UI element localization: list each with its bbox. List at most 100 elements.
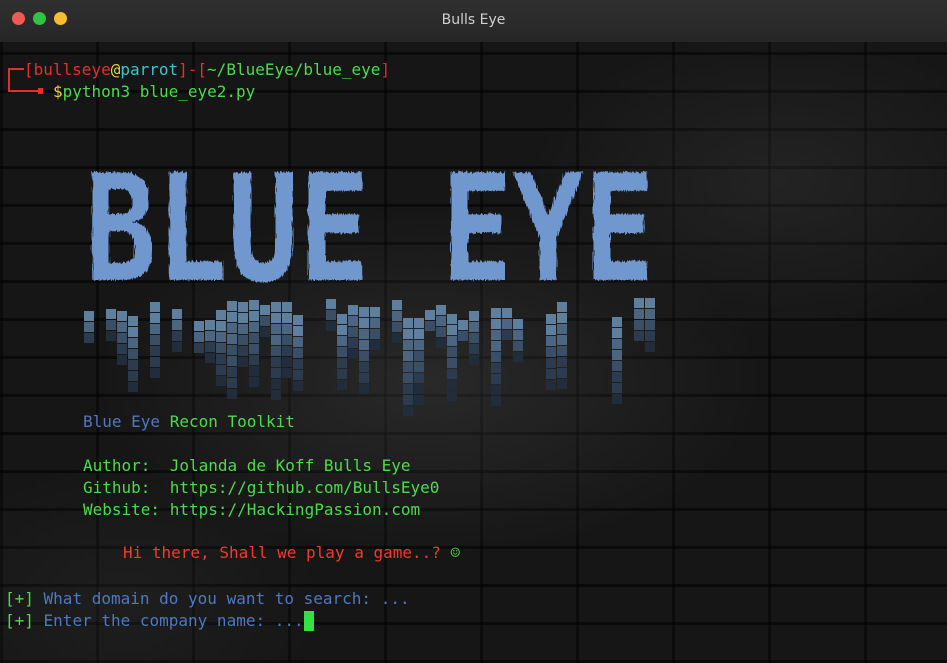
banner-drip-pixel <box>436 327 446 337</box>
banner-drip-pixel <box>414 340 424 350</box>
banner-drip-pixel <box>293 370 303 380</box>
banner-drip-pixel <box>128 327 138 337</box>
company-prompt-marker: [+] <box>5 611 34 630</box>
banner-drip-pixel <box>348 349 358 359</box>
github-line: Github: https://github.com/BullsEye0 <box>83 477 439 499</box>
banner-drip-pixel <box>634 320 644 330</box>
banner-drip-pixel <box>557 346 567 356</box>
tool-title-line: Blue Eye Recon Toolkit <box>83 411 295 433</box>
banner-drip-pixel <box>403 351 413 361</box>
banner-drip-pixel <box>469 333 479 343</box>
banner-drip-pixel <box>359 340 369 350</box>
banner-drip-pixel <box>227 334 237 344</box>
banner-drip-pixel <box>612 350 622 360</box>
banner-drip-pixel <box>337 347 347 357</box>
banner-drip-pixel <box>546 358 556 368</box>
github-label: Github: <box>83 478 170 497</box>
text-cursor[interactable] <box>303 611 314 631</box>
banner-drip-pixel <box>293 337 303 347</box>
banner-drip-pixel <box>227 323 237 333</box>
website-label: Website: <box>83 500 170 519</box>
banner-drip-pixel <box>447 380 457 390</box>
banner-drip-pixel <box>128 349 138 359</box>
banner-drip-pixel <box>414 362 424 372</box>
greeting-line: Hi there, Shall we play a game..? ☺ <box>123 542 460 564</box>
banner-drip-pixel <box>502 319 512 329</box>
banner-drip-pixel <box>271 379 281 389</box>
banner-drip-pixel <box>546 325 556 335</box>
banner-drip-pixel <box>282 346 292 356</box>
banner-drip-pixel <box>337 358 347 368</box>
banner-drip-pixel <box>491 341 501 351</box>
banner-drip-pixel <box>227 389 237 399</box>
website-line: Website: https://HackingPassion.com <box>83 499 420 521</box>
banner-drip-pixel <box>403 318 413 328</box>
banner-drip-pixel <box>260 316 270 326</box>
blue-eye-ascii-banner: BLUE EYE <box>84 143 655 416</box>
window-titlebar[interactable]: Bulls Eye <box>0 0 947 43</box>
banner-drip-pixel <box>205 331 215 341</box>
banner-drip-pixel <box>502 330 512 340</box>
banner-drip-pixel <box>513 330 523 340</box>
banner-drip-pixel <box>436 338 446 348</box>
banner-drip-pixel <box>227 367 237 377</box>
window-title: Bulls Eye <box>441 12 506 28</box>
banner-drip-pixel <box>249 333 259 343</box>
banner-drip-pixel <box>271 335 281 345</box>
banner-drip-pixel <box>414 318 424 328</box>
domain-prompt-text: What domain do you want to search: ... <box>33 589 410 608</box>
banner-drip-pixel <box>447 369 457 379</box>
banner-drip-pixel <box>216 332 226 342</box>
terminal-output[interactable]: [bullseye@parrot]-[~/BlueEye/blue_eye] $… <box>0 42 947 663</box>
tool-name: Blue Eye <box>83 412 161 431</box>
banner-drip-pixel <box>117 344 127 354</box>
banner-drip-pixel <box>150 368 160 378</box>
banner-drip-pixel <box>216 376 226 386</box>
banner-drip-pixel <box>370 329 380 339</box>
smiley-icon: ☺ <box>450 543 461 562</box>
company-prompt-line[interactable]: [+] Enter the company name: ... <box>5 610 314 632</box>
banner-drip-pixel <box>557 379 567 389</box>
banner-drip-pixel <box>612 372 622 382</box>
banner-drip-pixel <box>546 336 556 346</box>
banner-drip-pixel <box>612 383 622 393</box>
banner-drip-pixel <box>403 362 413 372</box>
banner-drip-pixel <box>271 390 281 400</box>
banner-drip-pixel <box>271 346 281 356</box>
banner-drip-pixel <box>414 395 424 405</box>
banner-drip-pixel <box>491 385 501 395</box>
banner-drip-pixel <box>128 338 138 348</box>
banner-drip-pixel <box>546 314 556 324</box>
banner-drip-pixel <box>491 396 501 406</box>
banner-drip-pixel <box>238 324 248 334</box>
github-link[interactable]: https://github.com/BullsEye0 <box>170 478 440 497</box>
banner-drip-pixel <box>392 322 402 332</box>
banner-drip-pixel <box>271 368 281 378</box>
banner-drip-pixel <box>634 331 644 341</box>
banner-drip-pixel <box>612 339 622 349</box>
banner-drip-pixel <box>326 321 336 331</box>
banner-drip-pixel <box>645 342 655 352</box>
banner-drip-pixel <box>271 357 281 367</box>
banner-drip-pixel <box>359 384 369 394</box>
banner-drip-pixel <box>414 351 424 361</box>
banner-drip-pixel <box>216 354 226 364</box>
domain-prompt-line: [+] What domain do you want to search: .… <box>5 588 410 610</box>
banner-drip-pixel <box>216 365 226 375</box>
website-link[interactable]: https://HackingPassion.com <box>170 500 420 519</box>
banner-drip-pixel <box>557 357 567 367</box>
banner-drip-pixel <box>348 316 358 326</box>
banner-drip-pixel <box>227 356 237 366</box>
banner-drip-pixel <box>546 380 556 390</box>
banner-drip-pixel <box>337 369 347 379</box>
banner-drip-pixel <box>557 335 567 345</box>
banner-drip-pixel <box>128 382 138 392</box>
banner-drip-pixel <box>84 322 94 332</box>
banner-drip-pixel <box>491 319 501 329</box>
tool-suffix: Recon Toolkit <box>160 412 295 431</box>
banner-drip-pixel <box>172 320 182 330</box>
banner-drip-pixel <box>227 345 237 355</box>
banner-drip-pixel <box>403 373 413 383</box>
banner-drip-pixel <box>337 314 347 324</box>
banner-drip-pixel <box>469 322 479 332</box>
